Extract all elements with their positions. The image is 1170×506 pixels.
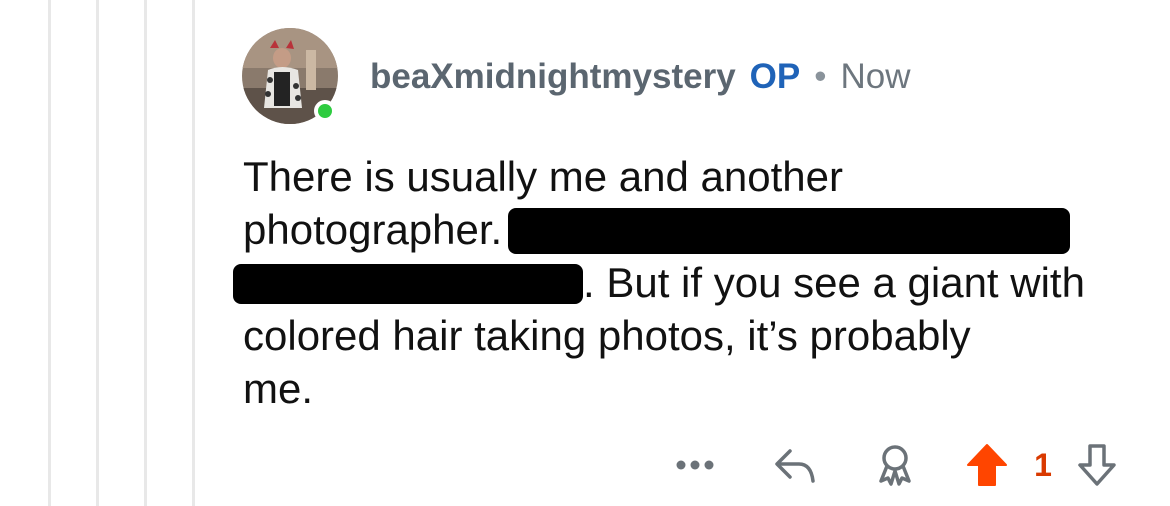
upvote-arrow-icon bbox=[967, 444, 1007, 486]
vote-count-label: 1 bbox=[1034, 446, 1052, 483]
downvote-arrow-icon bbox=[1078, 444, 1116, 486]
vote-count: 1 bbox=[1025, 440, 1061, 490]
thread-line[interactable] bbox=[96, 0, 99, 506]
meta-separator: • bbox=[814, 57, 827, 96]
comment-line-with-redaction: photographer. bbox=[243, 203, 1143, 256]
op-badge: OP bbox=[749, 57, 801, 96]
more-dots-icon bbox=[676, 460, 714, 470]
redaction-bar bbox=[233, 263, 583, 304]
comment-meta: beaXmidnightmystery OP • Now bbox=[370, 54, 911, 100]
award-button[interactable] bbox=[870, 440, 920, 490]
award-icon bbox=[879, 445, 911, 486]
reply-button[interactable] bbox=[770, 440, 820, 490]
timestamp: Now bbox=[840, 57, 911, 96]
comment-line: colored hair taking photos, it’s probabl… bbox=[243, 312, 971, 359]
more-options-button[interactable] bbox=[670, 440, 720, 490]
comment-line: me. bbox=[243, 365, 314, 412]
username-link[interactable]: beaXmidnightmystery bbox=[370, 57, 736, 97]
downvote-button[interactable] bbox=[1072, 440, 1122, 490]
comment-text: . But if you see a giant with bbox=[583, 259, 1085, 306]
upvote-button[interactable] bbox=[962, 440, 1012, 490]
comment-actions: 1 bbox=[670, 440, 1140, 490]
comment-line-with-redaction: . But if you see a giant with bbox=[233, 256, 1143, 309]
reply-arrow-icon bbox=[775, 449, 815, 483]
comment-text: photographer. bbox=[243, 206, 503, 253]
comment-body: There is usually me and another photogra… bbox=[233, 150, 1143, 415]
online-status-dot bbox=[314, 100, 336, 122]
redaction-bar bbox=[508, 207, 1071, 254]
comment-line: There is usually me and another bbox=[243, 153, 843, 200]
thread-line[interactable] bbox=[144, 0, 147, 506]
thread-line[interactable] bbox=[192, 0, 195, 506]
comment-view: beaXmidnightmystery OP • Now There is us… bbox=[0, 0, 1170, 506]
thread-line[interactable] bbox=[48, 0, 51, 506]
